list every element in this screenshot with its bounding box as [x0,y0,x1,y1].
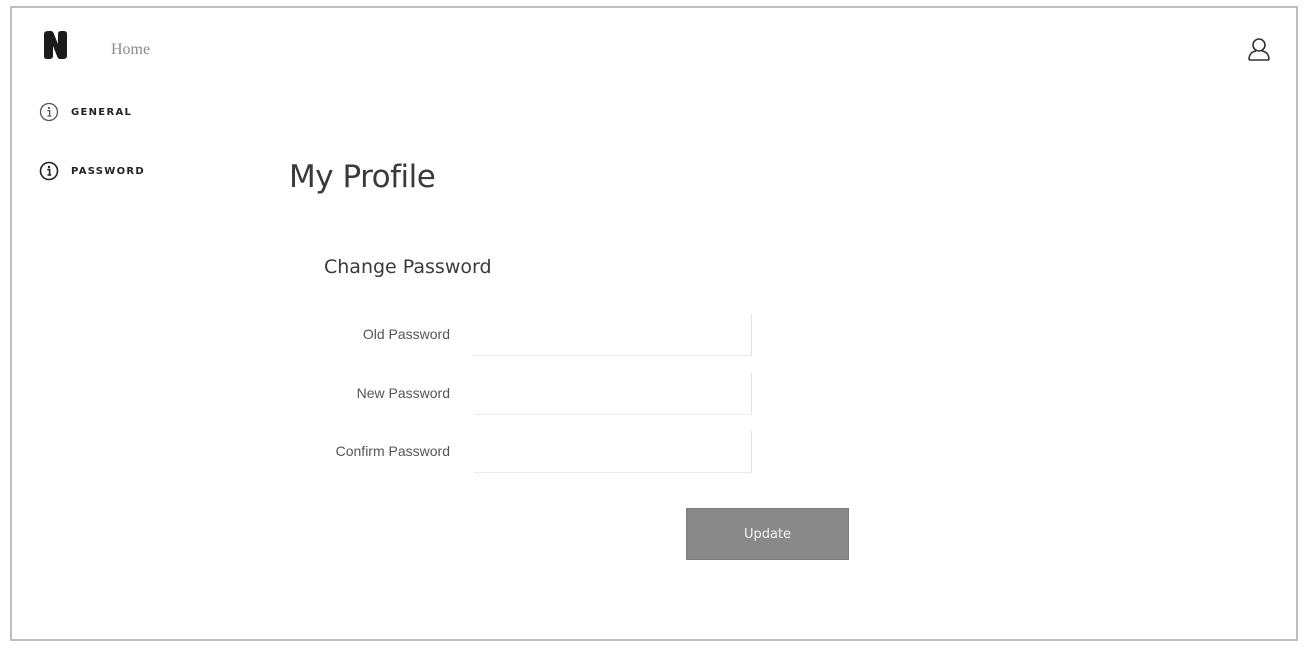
sidebar-item-label: PASSWORD [71,165,146,177]
app-window: Home GENERAL PASSWORD My Profile Change … [10,6,1298,641]
info-icon [39,161,59,181]
page-title: My Profile [289,159,436,195]
old-password-label: Old Password [362,326,450,342]
user-icon[interactable] [1246,36,1272,62]
sidebar-item-general[interactable]: GENERAL [39,102,132,122]
section-title: Change Password [324,256,492,278]
confirm-password-label: Confirm Password [335,443,450,459]
home-link[interactable]: Home [111,41,150,59]
sidebar-item-password[interactable]: PASSWORD [39,161,145,181]
old-password-field[interactable] [474,314,752,356]
sidebar-item-label: GENERAL [71,106,133,118]
new-password-label: New Password [356,385,450,401]
n-logo-icon[interactable] [42,30,68,60]
new-password-field[interactable] [474,373,752,415]
info-icon [39,102,59,122]
confirm-password-field[interactable] [474,431,752,473]
update-button[interactable]: Update [686,508,849,560]
